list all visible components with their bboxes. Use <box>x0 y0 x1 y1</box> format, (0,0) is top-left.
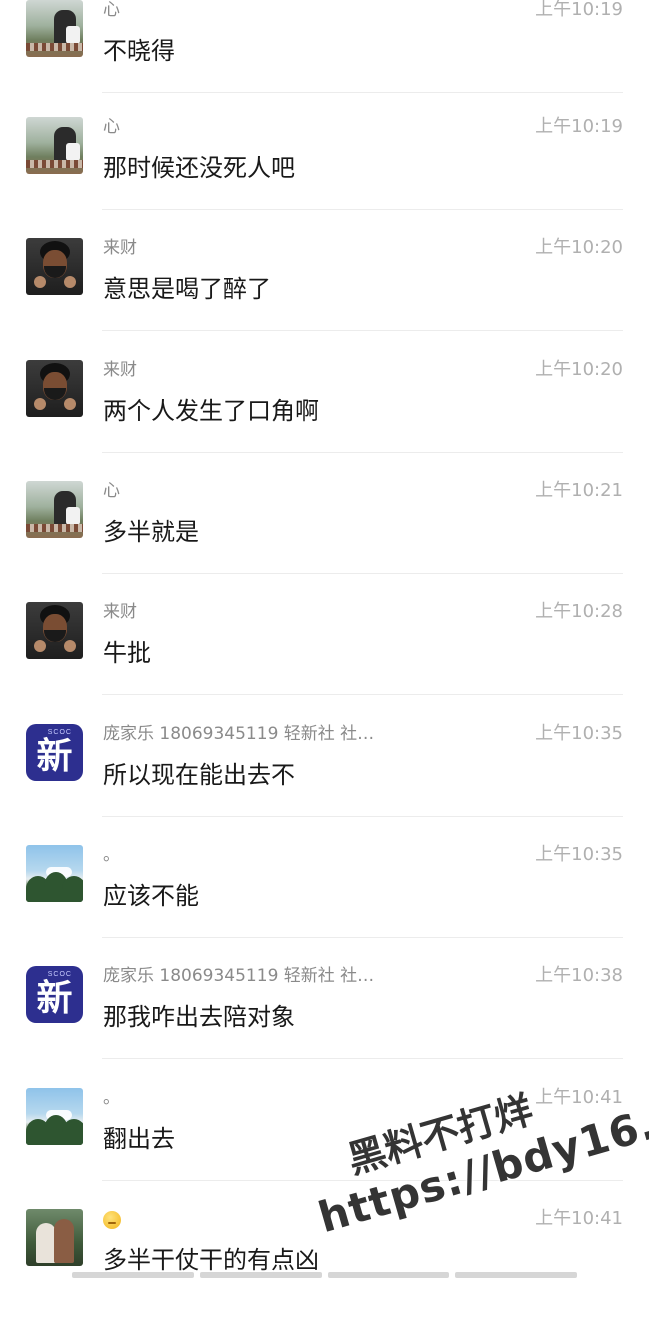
indicator-segment <box>327 1272 450 1278</box>
indicator-segment <box>455 1272 577 1278</box>
message-text[interactable]: 多半就是 <box>103 515 199 549</box>
avatar[interactable] <box>26 0 83 57</box>
sender-name: 庞家乐 18069345119 轻新社 社… <box>103 964 403 988</box>
message-time: 上午10:20 <box>535 359 623 380</box>
message-time: 上午10:28 <box>535 601 623 622</box>
sender-name: 来财 <box>103 236 403 260</box>
chat-message-row[interactable]: 心 上午10:21 多半就是 <box>0 479 649 602</box>
message-text[interactable]: 那我咋出去陪对象 <box>103 1000 295 1034</box>
divider <box>102 816 623 817</box>
logo-tag: SCOC <box>47 971 72 978</box>
message-time: 上午10:19 <box>535 116 623 137</box>
sender-name: 心 <box>103 0 403 22</box>
message-text[interactable]: 那时候还没死人吧 <box>103 151 295 185</box>
avatar[interactable] <box>26 845 83 902</box>
chat-message-row[interactable]: 来财 上午10:28 牛批 <box>0 600 649 723</box>
message-text[interactable]: 两个人发生了口角啊 <box>103 394 319 428</box>
avatar[interactable] <box>26 1209 83 1266</box>
sender-name-text: 庞家乐 18069345119 轻新社 社… <box>103 966 375 986</box>
sender-name: 来财 <box>103 600 403 624</box>
sender-name: 心 <box>103 479 403 503</box>
sender-name-text: 庞家乐 18069345119 轻新社 社… <box>103 724 375 744</box>
smiling-face-emoji <box>103 1211 121 1229</box>
sender-name: 。 <box>103 1086 403 1110</box>
divider <box>102 452 623 453</box>
divider <box>102 330 623 331</box>
avatar[interactable] <box>26 117 83 174</box>
avatar[interactable]: SCOC 新 <box>26 966 83 1023</box>
message-time: 上午10:41 <box>535 1208 623 1229</box>
sender-name-text: 心 <box>103 481 120 501</box>
indicator-segment <box>199 1272 322 1278</box>
chat-message-row[interactable]: 来财 上午10:20 意思是喝了醉了 <box>0 236 649 359</box>
message-text[interactable]: 不晓得 <box>103 34 175 68</box>
message-time: 上午10:35 <box>535 844 623 865</box>
sender-name: 。 <box>103 843 403 867</box>
sender-name: 来财 <box>103 358 403 382</box>
divider <box>102 209 623 210</box>
indicator-segment <box>72 1272 194 1278</box>
message-text[interactable]: 所以现在能出去不 <box>103 758 295 792</box>
sender-name-text: 。 <box>103 1088 120 1108</box>
sender-name-text: 。 <box>103 845 120 865</box>
message-text[interactable]: 应该不能 <box>103 879 199 913</box>
sender-name: 庞家乐 18069345119 轻新社 社… <box>103 722 403 746</box>
divider <box>102 1058 623 1059</box>
avatar[interactable] <box>26 1088 83 1145</box>
message-time: 上午10:20 <box>535 237 623 258</box>
avatar[interactable] <box>26 481 83 538</box>
divider <box>102 573 623 574</box>
avatar[interactable]: SCOC 新 <box>26 724 83 781</box>
chat-message-row[interactable]: 来财 上午10:20 两个人发生了口角啊 <box>0 358 649 481</box>
avatar[interactable] <box>26 238 83 295</box>
bottom-scroll-indicator <box>72 1272 577 1278</box>
divider <box>102 92 623 93</box>
message-text[interactable]: 翻出去 <box>103 1122 175 1156</box>
message-time: 上午10:21 <box>535 480 623 501</box>
sender-name-text: 心 <box>103 117 120 137</box>
avatar[interactable] <box>26 602 83 659</box>
chat-message-row[interactable]: 心 上午10:19 不晓得 <box>0 0 649 121</box>
chat-message-row[interactable]: 。 上午10:35 应该不能 <box>0 843 649 966</box>
sender-name-text: 来财 <box>103 602 137 622</box>
message-time: 上午10:19 <box>535 0 623 20</box>
divider <box>102 937 623 938</box>
message-text[interactable]: 牛批 <box>103 636 151 670</box>
message-time: 上午10:38 <box>535 965 623 986</box>
logo-tag: SCOC <box>47 729 72 736</box>
chat-message-row[interactable]: SCOC 新庞家乐 18069345119 轻新社 社… 上午10:35 所以现在能出… <box>0 722 649 845</box>
divider <box>102 694 623 695</box>
sender-name-text: 来财 <box>103 360 137 380</box>
message-text[interactable]: 意思是喝了醉了 <box>103 272 271 306</box>
message-time: 上午10:35 <box>535 723 623 744</box>
chat-message-row[interactable]: 心 上午10:19 那时候还没死人吧 <box>0 115 649 238</box>
chat-message-row[interactable]: SCOC 新庞家乐 18069345119 轻新社 社… 上午10:38 那我咋出去陪… <box>0 964 649 1087</box>
sender-name: 心 <box>103 115 403 139</box>
avatar[interactable] <box>26 360 83 417</box>
sender-name-text: 来财 <box>103 238 137 258</box>
sender-name-text: 心 <box>103 0 120 20</box>
